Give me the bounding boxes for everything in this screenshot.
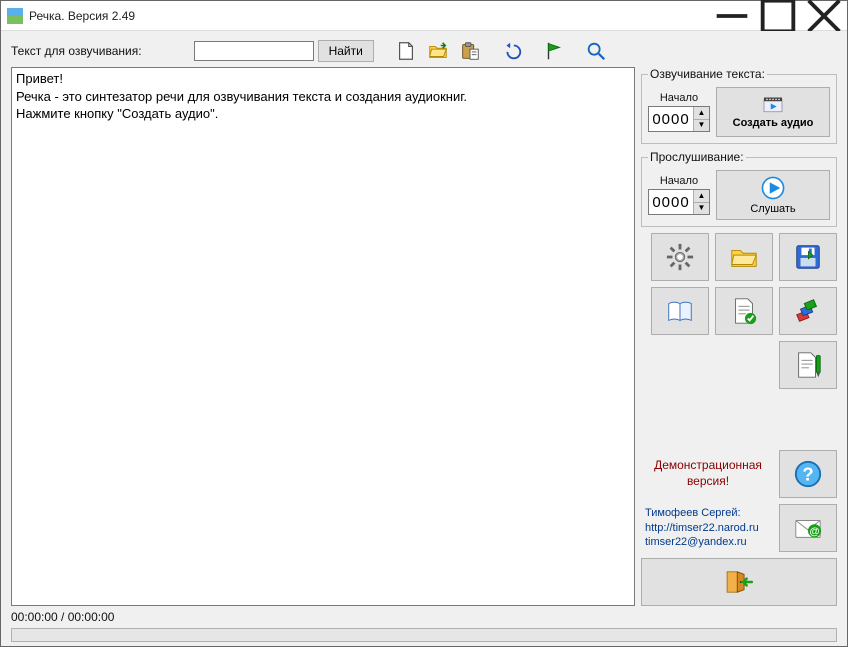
- app-icon: [7, 8, 23, 24]
- help-button[interactable]: ?: [779, 450, 837, 498]
- listen-button[interactable]: Слушать: [716, 170, 830, 220]
- search-icon[interactable]: [582, 39, 610, 63]
- progress-bar: [11, 628, 837, 642]
- listen-start-value[interactable]: [649, 190, 693, 214]
- create-start-label: Начало: [660, 92, 698, 104]
- demo-text: Демонстрационная версия!: [641, 458, 775, 489]
- maximize-button[interactable]: [755, 1, 801, 30]
- svg-text:?: ?: [802, 464, 813, 485]
- contact-email[interactable]: timser22@yandex.ru: [645, 535, 775, 550]
- close-button[interactable]: [801, 1, 847, 30]
- doc-pen-icon: [793, 350, 823, 380]
- app-window: Речка. Версия 2.49 Текст для озвучивания…: [0, 0, 848, 647]
- listen-start-label: Начало: [660, 175, 698, 187]
- group-listen-legend: Прослушивание:: [648, 150, 746, 164]
- window-title: Речка. Версия 2.49: [29, 9, 709, 23]
- spin-down-icon[interactable]: ▼: [694, 203, 709, 215]
- minimize-button[interactable]: [709, 1, 755, 30]
- doc-check-button[interactable]: [715, 287, 773, 335]
- contact-text: Тимофеев Сергей: http://timser22.narod.r…: [641, 506, 775, 551]
- envelope-at-icon: @: [793, 513, 823, 543]
- create-start-value[interactable]: [649, 107, 693, 131]
- save-button[interactable]: [779, 233, 837, 281]
- create-audio-button[interactable]: Создать аудио: [716, 87, 830, 137]
- settings-button[interactable]: [651, 233, 709, 281]
- spin-down-icon[interactable]: ▼: [694, 120, 709, 132]
- contact-row: Тимофеев Сергей: http://timser22.narod.r…: [641, 504, 837, 552]
- gear-icon: [665, 242, 695, 272]
- exit-door-icon: [722, 565, 756, 599]
- edit-doc-button[interactable]: [779, 341, 837, 389]
- contact-url[interactable]: http://timser22.narod.ru: [645, 521, 775, 536]
- floppy-save-icon: [793, 242, 823, 272]
- open-book-icon: [665, 296, 695, 326]
- edit-row: [641, 341, 837, 389]
- editor-label: Текст для озвучивания:: [11, 44, 142, 58]
- new-doc-icon[interactable]: [392, 39, 420, 63]
- undo-icon[interactable]: [498, 39, 526, 63]
- flag-icon[interactable]: [540, 39, 568, 63]
- titlebar: Речка. Версия 2.49: [1, 1, 847, 31]
- demo-row: Демонстрационная версия! ?: [641, 450, 837, 498]
- status-area: 00:00:00 / 00:00:00: [11, 610, 837, 642]
- icon-grid-1: [641, 233, 837, 335]
- create-start-block: Начало ▲ ▼: [648, 92, 710, 132]
- group-listen: Прослушивание: Начало ▲ ▼: [641, 150, 837, 227]
- client-area: Текст для озвучивания: Найти: [1, 31, 847, 646]
- create-audio-button-label: Создать аудио: [733, 117, 814, 129]
- window-controls: [709, 1, 847, 30]
- help-icon: ?: [793, 459, 823, 489]
- toolbar: Текст для озвучивания: Найти: [11, 37, 837, 65]
- search-input[interactable]: [194, 41, 314, 61]
- spin-up-icon[interactable]: ▲: [694, 190, 709, 203]
- time-display: 00:00:00 / 00:00:00: [11, 610, 837, 624]
- listen-start-block: Начало ▲ ▼: [648, 175, 710, 215]
- editor-wrap: [11, 67, 635, 606]
- main-textarea[interactable]: [11, 67, 635, 606]
- group-create-audio: Озвучивание текста: Начало ▲ ▼: [641, 67, 837, 144]
- find-button[interactable]: Найти: [318, 40, 374, 62]
- listen-start-spinner[interactable]: ▲ ▼: [648, 189, 710, 215]
- dictionary-button[interactable]: [651, 287, 709, 335]
- contact-name: Тимофеев Сергей:: [645, 506, 775, 521]
- middle-area: Озвучивание текста: Начало ▲ ▼: [11, 67, 837, 606]
- open-button[interactable]: [715, 233, 773, 281]
- listen-button-label: Слушать: [750, 203, 795, 215]
- email-button[interactable]: @: [779, 504, 837, 552]
- spin-up-icon[interactable]: ▲: [694, 107, 709, 120]
- library-button[interactable]: [779, 287, 837, 335]
- right-panel: Озвучивание текста: Начало ▲ ▼: [641, 67, 837, 606]
- exit-button[interactable]: [641, 558, 837, 606]
- books-icon: [793, 296, 823, 326]
- folder-icon: [729, 242, 759, 272]
- group-create-audio-legend: Озвучивание текста:: [648, 67, 767, 81]
- doc-check-icon: [729, 296, 759, 326]
- svg-text:@: @: [810, 527, 820, 538]
- paste-icon[interactable]: [456, 39, 484, 63]
- open-folder-icon[interactable]: [424, 39, 452, 63]
- create-start-spinner[interactable]: ▲ ▼: [648, 106, 710, 132]
